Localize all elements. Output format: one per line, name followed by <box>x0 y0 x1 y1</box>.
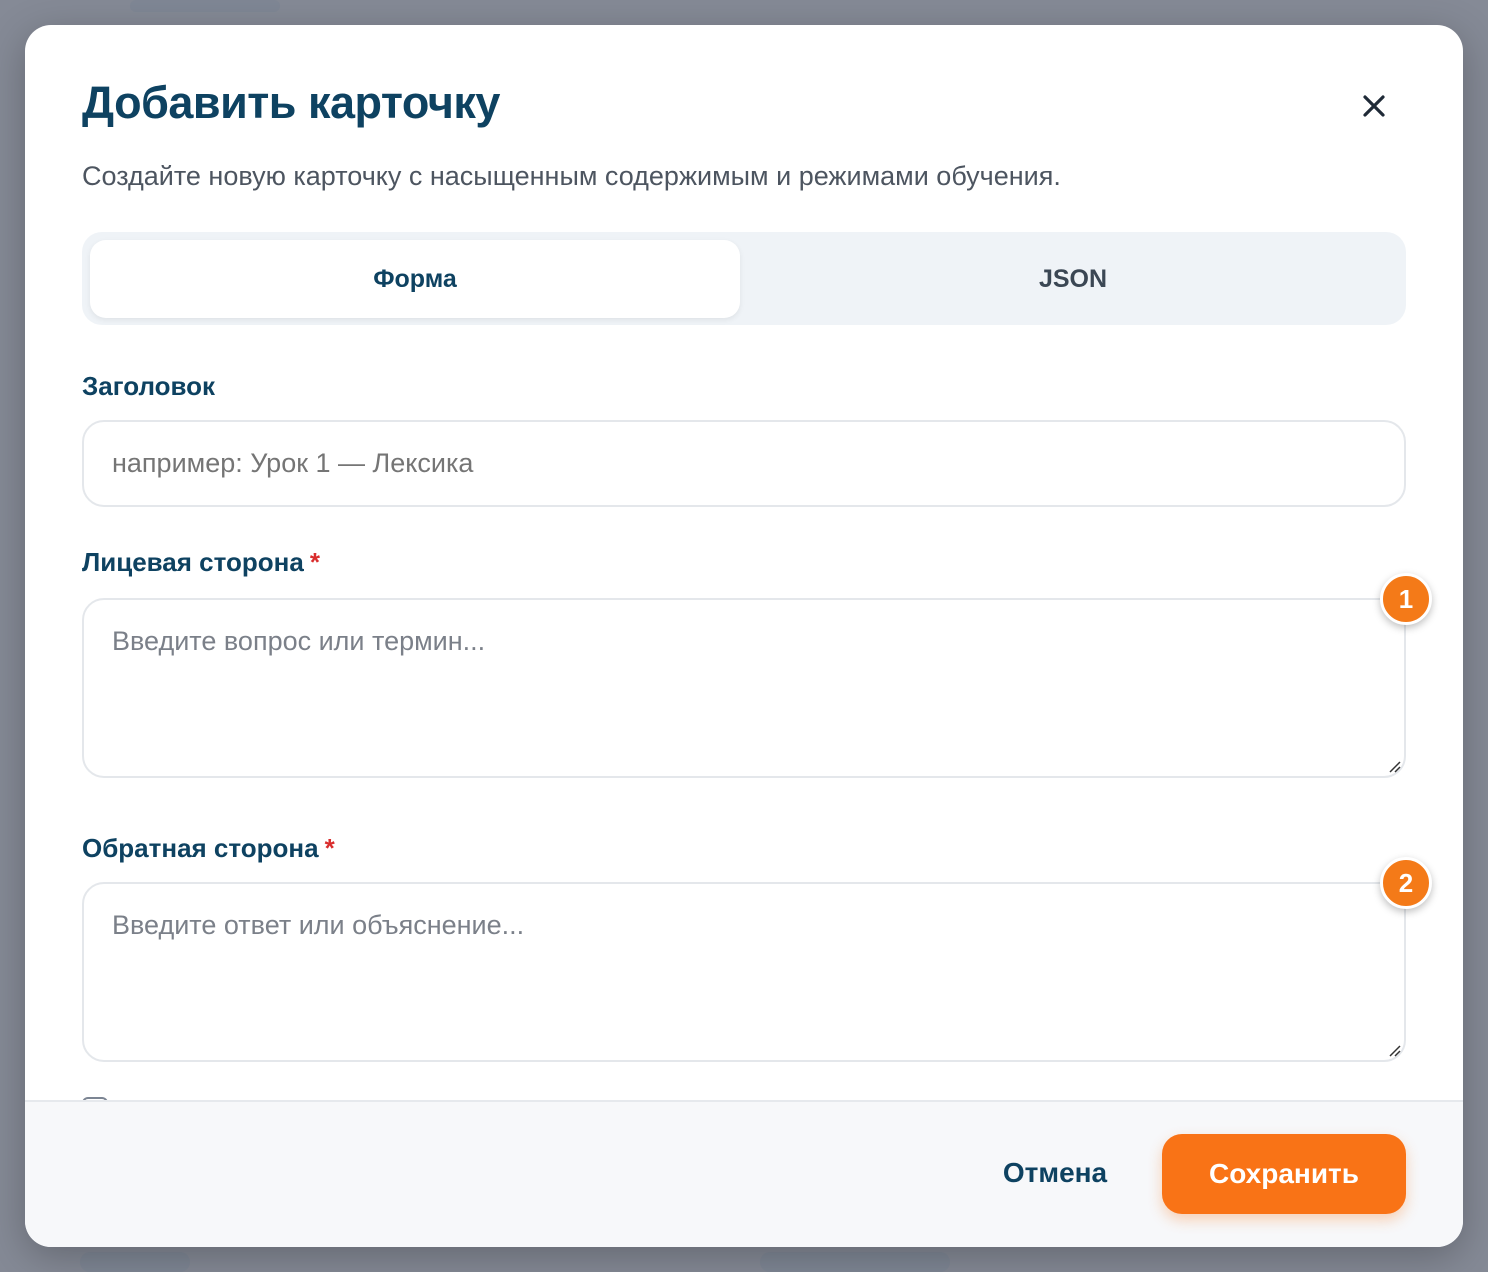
save-button[interactable]: Сохранить <box>1162 1134 1406 1214</box>
background-element <box>80 1252 190 1272</box>
mode-tabs: Форма JSON <box>82 232 1406 325</box>
back-placeholder: Введите ответ или объяснение... <box>112 910 525 940</box>
required-mark: * <box>309 547 320 577</box>
tab-json[interactable]: JSON <box>748 240 1398 318</box>
front-placeholder: Введите вопрос или термин... <box>112 626 486 656</box>
back-textarea[interactable]: Введите ответ или объяснение... <box>82 882 1406 1062</box>
title-input[interactable] <box>82 420 1406 507</box>
close-button[interactable] <box>1351 83 1397 129</box>
back-field-label: Обратная сторона * <box>82 833 335 864</box>
front-field-label: Лицевая сторона * <box>82 547 320 578</box>
required-mark: * <box>324 833 335 863</box>
dialog-subtitle: Создайте новую карточку с насыщенным сод… <box>82 161 1061 191</box>
front-textarea[interactable]: Введите вопрос или термин... <box>82 598 1406 778</box>
front-label-text: Лицевая сторона <box>82 547 304 577</box>
resize-handle-icon[interactable] <box>1386 1042 1402 1058</box>
step-badge-2: 2 <box>1380 857 1432 909</box>
resize-handle-icon[interactable] <box>1386 758 1402 774</box>
title-label-text: Заголовок <box>82 371 216 401</box>
add-card-dialog: Добавить карточку Создайте новую карточк… <box>25 25 1463 1247</box>
title-field-label: Заголовок <box>82 371 215 402</box>
background-element <box>130 0 280 12</box>
cancel-button[interactable]: Отмена <box>985 1135 1125 1211</box>
dialog-title: Добавить карточку <box>82 77 500 128</box>
tab-form[interactable]: Форма <box>90 240 740 318</box>
back-label-text: Обратная сторона <box>82 833 319 863</box>
close-icon <box>1363 95 1385 117</box>
background-element <box>760 1252 950 1272</box>
step-badge-1: 1 <box>1380 573 1432 625</box>
